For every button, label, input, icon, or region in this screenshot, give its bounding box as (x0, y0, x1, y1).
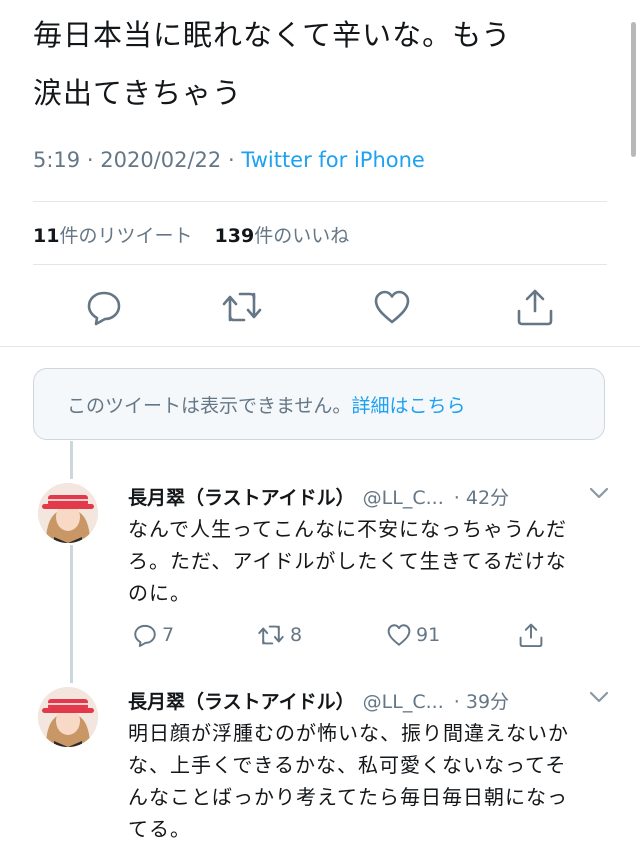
retweets-label[interactable]: 件のリツイート (59, 225, 192, 247)
reply-header: 長月翠（ラストアイドル） @LL_C... · 42分 (128, 483, 509, 510)
like-icon (387, 624, 411, 646)
reply-text: なんで人生ってこんなに不安になっちゃうんだ ろ。ただ、アイドルがしたくて生きてる… (128, 513, 608, 609)
retweets-count[interactable]: 11 (33, 225, 59, 247)
tweet-stats: 11件のリツイート 139件のいいね (33, 221, 365, 248)
reply-text-line: てる。 (128, 817, 191, 841)
meta-separator: · (86, 148, 94, 172)
user-handle[interactable]: @LL_C... (363, 487, 444, 509)
like-count: 91 (416, 624, 441, 646)
reply-header: 長月翠（ラストアイドル） @LL_C... · 39分 (128, 687, 509, 714)
section-divider (0, 346, 640, 347)
reply-text: 明日顔が浮腫むのが怖いな、振り間違えないか な、上手くできるかな、私可愛くないな… (128, 717, 608, 845)
tweet-date: 2020/02/22 (100, 148, 222, 172)
details-link[interactable]: 詳細はこちら (351, 391, 465, 418)
retweet-icon (222, 292, 262, 322)
scrollbar[interactable] (631, 22, 636, 157)
reply-icon (87, 291, 121, 326)
reply-tweet[interactable]: 長月翠（ラストアイドル） @LL_C... · 39分 明日顔が浮腫むのが怖いな、… (0, 683, 640, 841)
reply-text-line: のに。 (128, 581, 191, 605)
tweet-meta: 5:19 · 2020/02/22 · Twitter for iPhone (33, 148, 425, 172)
avatar[interactable] (38, 483, 98, 543)
unavailable-text: このツイートは表示できません。 (67, 394, 352, 417)
tweet-text: 毎日本当に眠れなくて辛いな。もう 涙出てきちゃう (33, 6, 613, 122)
retweet-count: 8 (290, 624, 303, 646)
reply-text-line: なんで人生ってこんなに不安になっちゃうんだ (128, 517, 567, 541)
tweet-text-line: 毎日本当に眠れなくて辛いな。もう (33, 18, 512, 52)
retweet-button[interactable] (220, 287, 264, 327)
meta-separator: · (227, 148, 235, 172)
chevron-down-icon (589, 691, 609, 703)
chevron-down-icon (589, 487, 609, 499)
thread-line (70, 545, 73, 683)
reply-text-line: んなことばっかり考えてたら毎日毎日朝になっ (128, 785, 568, 809)
reply-time: · 39分 (453, 691, 510, 713)
reply-button[interactable]: 7 (132, 622, 174, 648)
tweet-time: 5:19 (33, 148, 81, 172)
divider (33, 264, 607, 265)
avatar[interactable] (38, 687, 98, 747)
reply-text-line: な、上手くできるかな、私可愛くないなってそ (128, 753, 567, 777)
display-name[interactable]: 長月翠（ラストアイドル） (128, 691, 355, 713)
retweet-button[interactable]: 8 (256, 622, 302, 648)
thread-line (70, 441, 73, 479)
likes-label[interactable]: 件のいいね (254, 225, 349, 247)
tweet-action-bar (0, 287, 640, 337)
like-button[interactable] (372, 287, 412, 327)
reply-icon (134, 624, 156, 648)
avatar-image (38, 687, 98, 747)
share-button[interactable] (515, 287, 555, 327)
like-icon (374, 290, 410, 324)
reply-text-line: 明日顔が浮腫むのが怖いな、振り間違えないか (128, 721, 569, 745)
like-button[interactable]: 91 (386, 622, 440, 648)
tweet-source-link[interactable]: Twitter for iPhone (241, 148, 425, 172)
retweet-icon (258, 625, 284, 645)
reply-text-line: ろ。ただ、アイドルがしたくて生きてるだけな (128, 549, 567, 573)
divider (33, 201, 607, 202)
reply-action-bar: 7 8 91 (128, 622, 608, 652)
more-options-button[interactable] (588, 689, 610, 709)
user-handle[interactable]: @LL_C... (363, 691, 444, 713)
reply-count: 7 (162, 624, 175, 646)
share-button[interactable] (518, 622, 544, 648)
tweet-text-line: 涙出てきちゃう (33, 76, 243, 110)
reply-tweet[interactable]: 長月翠（ラストアイドル） @LL_C... · 42分 なんで人生ってこんなに不安… (0, 479, 640, 679)
share-icon (517, 289, 553, 326)
unavailable-tweet-notice[interactable]: このツイートは表示できません。 詳細はこちら (33, 368, 605, 440)
display-name[interactable]: 長月翠（ラストアイドル） (128, 487, 355, 509)
avatar-image (38, 483, 98, 543)
more-options-button[interactable] (588, 485, 610, 505)
likes-count[interactable]: 139 (215, 225, 255, 247)
share-icon (519, 623, 543, 648)
reply-button[interactable] (84, 287, 124, 327)
reply-time: · 42分 (453, 487, 510, 509)
